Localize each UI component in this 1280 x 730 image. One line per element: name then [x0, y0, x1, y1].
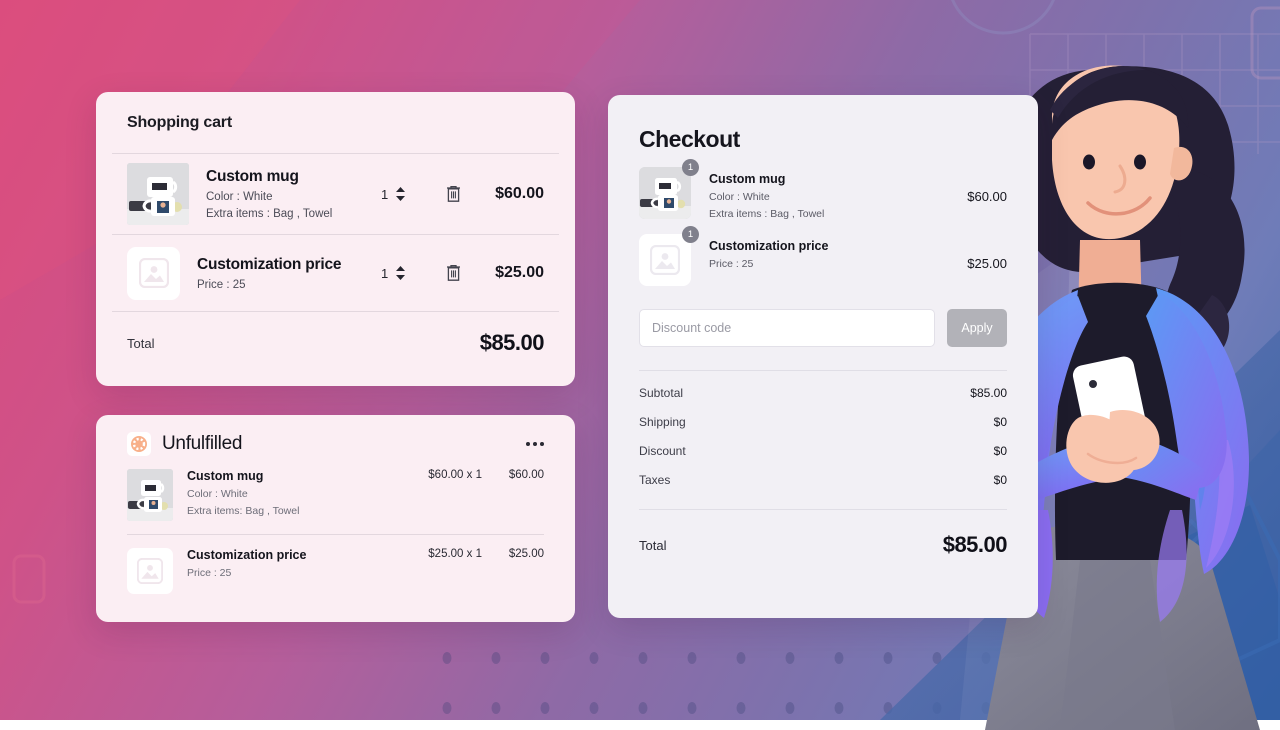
cart-item-row[interactable]: Customization price Price : 25 1 $25.00 — [112, 235, 559, 311]
unfulfilled-item-name: Customization price — [187, 548, 307, 562]
checkout-panel: Checkout 1 Custom mug Color: White Extr… — [608, 95, 1038, 618]
cart-item-row[interactable]: Custom mug Color : White Extra items : B… — [112, 154, 559, 234]
cart-title: Shopping cart — [127, 114, 232, 131]
unfulfilled-item-unit-price: $25.00 x 1 — [428, 548, 482, 560]
image-placeholder-thumbnail — [127, 246, 180, 300]
cart-item-info: Custom mug Color : White Extra items : B… — [189, 168, 381, 220]
unfulfilled-item-color: Color : White — [187, 488, 248, 500]
unfulfilled-panel: Unfulfilled Custom mug Color : White Ext… — [96, 415, 575, 622]
cart-item-name: Custom mug — [206, 168, 299, 185]
quantity-stepper[interactable]: 1 — [381, 265, 421, 281]
mug-photo-thumbnail — [127, 163, 189, 225]
summary-value: $0 — [993, 444, 1007, 458]
shopping-cart-panel: Shopping cart Custom mug Color : White E… — [96, 92, 575, 386]
checkout-item-row: 1 Customization price Price : 25 $25.00 — [639, 220, 1007, 286]
quantity-badge: 1 — [682, 226, 699, 243]
image-placeholder-icon — [138, 258, 169, 288]
checkout-title: Checkout — [639, 126, 740, 152]
discount-row: Apply — [639, 286, 1007, 347]
cart-total-label: Total — [127, 335, 155, 351]
image-placeholder-thumbnail — [639, 234, 691, 286]
quantity-value: 1 — [381, 265, 389, 281]
image-placeholder-icon — [137, 558, 163, 584]
unfulfilled-item-total: $60.00 — [508, 469, 544, 481]
unfulfilled-item-row: Customization price Price : 25 $25.00 x … — [112, 535, 559, 607]
unfulfilled-item-extras: Extra items: Bag , Towel — [187, 505, 300, 517]
delete-item-button[interactable] — [439, 264, 467, 282]
trash-icon[interactable] — [446, 185, 461, 203]
image-placeholder-icon — [650, 245, 680, 275]
unfulfilled-item-info: Customization price Price : 25 — [173, 548, 408, 579]
image-placeholder-thumbnail — [127, 548, 173, 594]
checkout-item-row: 1 Custom mug Color : White Extra items :… — [639, 153, 1007, 220]
cart-item-price-meta: Price : 25 — [197, 278, 246, 291]
unfulfilled-item-info: Custom mug Color : White Extra items: Ba… — [173, 469, 408, 517]
unfulfilled-item-total: $25.00 — [508, 548, 544, 560]
mug-photo-thumbnail — [127, 469, 173, 521]
checkout-item-color: Color : White — [709, 191, 770, 203]
summary-value: $0 — [993, 473, 1007, 487]
checkout-item-name: Custom mug — [709, 172, 786, 186]
stepper-arrows-icon[interactable] — [395, 265, 406, 281]
summary-row-taxes: Taxes $0 — [639, 458, 1007, 487]
stepper-arrows-icon[interactable] — [395, 186, 406, 202]
checkout-item-price: $25.00 — [967, 256, 1007, 271]
checkout-item-name: Customization price — [709, 239, 829, 253]
quantity-badge: 1 — [682, 159, 699, 176]
unfulfilled-header: Unfulfilled — [112, 415, 559, 456]
discount-code-input[interactable] — [639, 309, 935, 347]
kebab-menu-icon[interactable] — [526, 442, 544, 446]
unfulfilled-item-price-meta: Price : 25 — [187, 567, 232, 579]
checkout-total-row: Total $85.00 — [639, 510, 1008, 558]
quantity-stepper[interactable]: 1 — [381, 186, 421, 202]
summary-row-subtotal: Subtotal $85.00 — [639, 371, 1007, 400]
cart-item-info: Customization price Price : 25 — [180, 256, 381, 291]
summary-label: Discount — [639, 444, 686, 458]
summary-value: $85.00 — [970, 386, 1007, 400]
trash-icon[interactable] — [446, 264, 461, 282]
checkout-total-value: $85.00 — [942, 532, 1008, 557]
checkout-item-info: Customization price Price : 25 — [691, 234, 967, 270]
summary-label: Shipping — [639, 415, 686, 429]
cart-total-value: $85.00 — [479, 330, 545, 355]
summary-row-discount: Discount $0 — [639, 429, 1007, 458]
cart-item-color: Color : White — [206, 191, 273, 203]
checkout-item-info: Custom mug Color : White Extra items : B… — [691, 167, 967, 220]
unfulfilled-title: Unfulfilled — [162, 433, 243, 454]
checkout-thumbnail-wrap: 1 — [639, 159, 699, 219]
summary-label: Taxes — [639, 473, 671, 487]
cart-item-price: $25.00 — [495, 264, 544, 281]
checkout-thumbnail-wrap: 1 — [639, 226, 699, 286]
cart-item-extras: Extra items : Bag , Towel — [206, 208, 333, 220]
checkout-item-price-meta: Price : 25 — [709, 258, 754, 270]
unfulfilled-status-icon — [131, 436, 147, 452]
delete-item-button[interactable] — [439, 185, 467, 203]
checkout-item-extras: Extra items : Bag , Towel — [709, 208, 825, 220]
summary-row-shipping: Shipping $0 — [639, 400, 1007, 429]
unfulfilled-status-icon-wrap — [127, 432, 151, 456]
cart-item-name: Customization price — [197, 255, 342, 273]
unfulfilled-item-row: Custom mug Color : White Extra items: Ba… — [112, 456, 559, 534]
mug-photo-thumbnail — [639, 167, 691, 219]
unfulfilled-item-name: Custom mug — [187, 469, 264, 483]
cart-total-row: Total $85.00 — [112, 312, 559, 356]
summary-value: $0 — [993, 415, 1007, 429]
cart-item-price: $60.00 — [495, 185, 544, 202]
apply-discount-button[interactable]: Apply — [947, 309, 1007, 347]
quantity-value: 1 — [381, 186, 389, 202]
unfulfilled-item-unit-price: $60.00 x 1 — [428, 469, 482, 481]
checkout-item-price: $60.00 — [967, 189, 1007, 204]
summary-label: Subtotal — [639, 386, 684, 400]
checkout-total-label: Total — [639, 537, 667, 553]
